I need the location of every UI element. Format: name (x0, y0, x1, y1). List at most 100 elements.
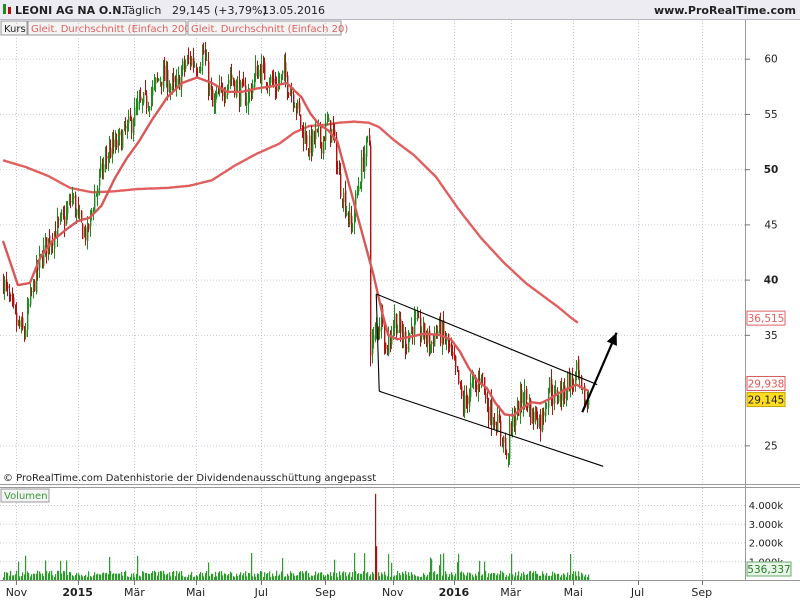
candle-body (209, 84, 211, 91)
volume-bar (573, 570, 575, 580)
volume-bar (488, 573, 490, 580)
volume-bar (458, 553, 460, 580)
volume-bar (406, 574, 408, 580)
candle-body (173, 76, 175, 82)
candle-body (85, 227, 87, 241)
volume-bar (176, 570, 178, 580)
candle-body (131, 119, 133, 133)
volume-bar (140, 576, 142, 580)
candle-body (321, 142, 323, 154)
candle-body (79, 213, 81, 215)
candle-body (28, 303, 30, 307)
volume-bar (52, 575, 54, 580)
volume-bar (237, 576, 239, 580)
candle-body (358, 186, 360, 192)
volume-bar (222, 575, 224, 580)
volume-bar (270, 576, 272, 580)
candle-body (152, 86, 154, 96)
volume-bar (55, 574, 57, 580)
candle-body (449, 343, 451, 348)
candle-body (164, 65, 166, 81)
volume-bar (452, 574, 454, 580)
candle-body (576, 361, 578, 370)
volume-bar (318, 572, 320, 580)
candle-body (61, 213, 63, 215)
volume-bar (182, 575, 184, 580)
volume-bar (461, 571, 463, 580)
volume-bar (164, 574, 166, 580)
candle-body (497, 414, 499, 433)
volume-bar (191, 571, 193, 580)
candle-body (294, 106, 296, 108)
interval: Täglich (122, 4, 161, 17)
candle-body (406, 347, 408, 349)
candle-body (282, 70, 284, 74)
candle-body (188, 57, 190, 59)
volume-bar (358, 573, 360, 580)
candle-body (228, 79, 230, 85)
y-tick-label: 35 (764, 330, 777, 342)
y-tick-label: 55 (764, 109, 777, 121)
candle-body (337, 167, 339, 169)
volume-bar (170, 576, 172, 580)
candle-body (309, 135, 311, 154)
volume-bar (203, 576, 205, 580)
legend-kurs: Kurs (4, 24, 26, 35)
candle-body (276, 86, 278, 91)
candle-body (494, 421, 496, 425)
volume-bar (206, 571, 208, 580)
volume-bar (152, 571, 154, 580)
candle-body (143, 92, 145, 103)
volume-bar (533, 571, 535, 580)
volume-bar (379, 576, 381, 580)
volume-bar (388, 554, 390, 580)
volume-bar (46, 570, 48, 580)
volume-bar (470, 573, 472, 580)
volume-bar (219, 571, 221, 580)
candle-body (340, 173, 342, 197)
x-tick-label: Mai (564, 586, 583, 599)
volume-bar (85, 574, 87, 580)
volume-bar (40, 573, 42, 580)
candle-body (518, 401, 520, 417)
volume-bar (209, 576, 211, 580)
candle-body (397, 330, 399, 334)
volume-bar (485, 570, 487, 580)
volume-bar (309, 577, 311, 580)
candle-body (506, 453, 508, 455)
candle-body (555, 389, 557, 394)
volume-bar (352, 572, 354, 580)
candle-body (437, 330, 439, 334)
x-tick-label: Mär (124, 586, 145, 599)
volume-bar (467, 572, 469, 580)
candle-body (113, 139, 115, 148)
volume-bar (391, 562, 393, 580)
y-tick-label: 60 (764, 54, 777, 66)
candle-body (200, 66, 202, 72)
legend-ma20: Gleit. Durchschnitt (Einfach 20) (191, 24, 348, 35)
volume-bar (582, 574, 584, 580)
volume-bar (252, 576, 254, 580)
x-tick-label: 2016 (439, 586, 470, 599)
y-tick-label: 25 (764, 440, 777, 452)
volume-bar (76, 572, 78, 580)
volume-bar (267, 572, 269, 580)
volume-bar (555, 574, 557, 580)
site-url[interactable]: www.ProRealTime.com (654, 4, 796, 17)
volume-bar (19, 576, 21, 580)
volume-bar (449, 574, 451, 580)
candle-body (258, 69, 260, 77)
volume-bar (315, 571, 317, 580)
volume-bar (158, 571, 160, 580)
chart-window: LEONI AG NA O.N. Täglich 29,145 (+3,79%)… (0, 0, 800, 600)
volume-bar (588, 574, 590, 580)
candle-body (243, 80, 245, 87)
volume-bar (88, 571, 90, 580)
volume-bar (100, 574, 102, 580)
candle-body (225, 93, 227, 99)
candle-body (400, 319, 402, 333)
candle-body (299, 102, 301, 113)
candle-body (431, 341, 433, 345)
volume-bar (415, 575, 417, 580)
volume-bar (106, 572, 108, 580)
